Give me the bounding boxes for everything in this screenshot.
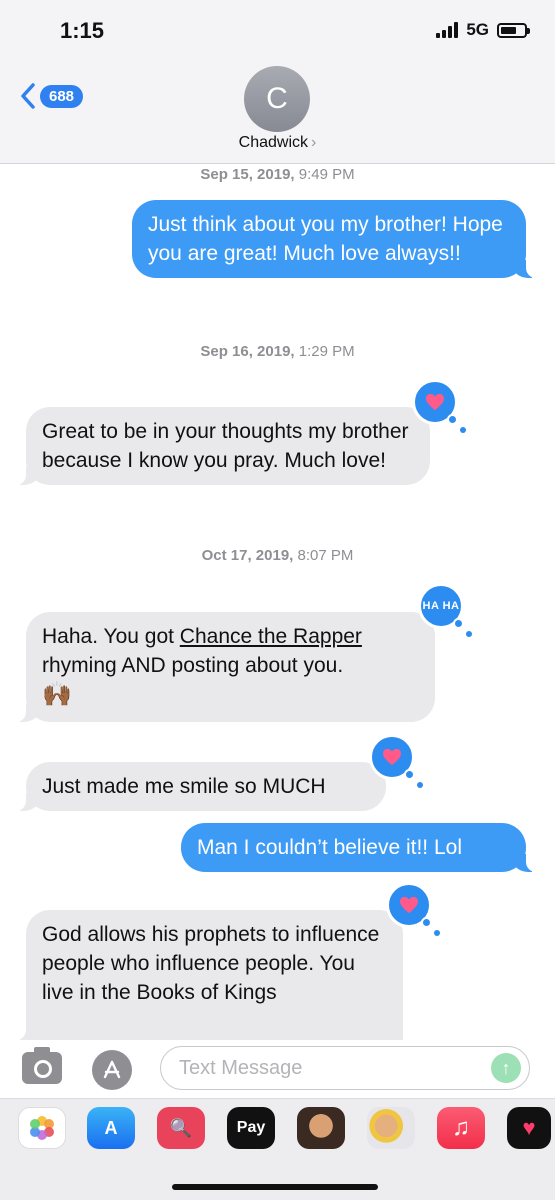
received-message[interactable]: God allows his prophets to influence peo… [16,910,403,1040]
heart-reaction[interactable] [369,734,423,788]
app-store-app-icon[interactable]: A [87,1107,135,1149]
home-indicator [172,1184,378,1190]
unread-count-badge: 688 [40,84,84,108]
received-message[interactable]: Great to be in your thoughts my brother … [16,407,430,485]
heart-reaction[interactable] [412,379,466,433]
photos-app-icon[interactable] [18,1107,66,1149]
status-time: 1:15 [60,18,105,43]
camera-icon[interactable] [22,1047,62,1084]
heart-icon [426,393,444,411]
digital-touch-app-icon[interactable]: ♥ [507,1107,551,1149]
received-message[interactable]: Haha. You got Chance the Rapper rhyming … [16,612,435,722]
contact-name: Chadwick [238,134,309,151]
heart-icon [400,896,418,914]
timestamp: Sep 16, 2019, 1:29 PM [200,343,355,360]
send-button[interactable]: ↑ [491,1053,521,1083]
signal-icon [436,22,459,38]
haha-reaction[interactable]: HA HA [418,583,472,637]
music-app-icon[interactable]: ♫ [437,1107,485,1149]
memoji-app-icon[interactable] [297,1107,345,1149]
chevron-right-icon: › [311,134,317,151]
app-store-icon[interactable] [92,1050,132,1090]
timestamp: Sep 15, 2019, 9:49 PM [200,166,355,183]
back-button[interactable]: 688 [20,82,84,110]
received-message[interactable]: Just made me smile so MUCH [16,762,386,811]
app-store-glyph [103,1060,121,1079]
message-input[interactable]: Text Message ↑ [160,1046,530,1090]
memoji-stickers-app-icon[interactable] [367,1107,415,1149]
raised-hands-emoji: 🙌🏾 [42,681,72,708]
chevron-left-icon [21,83,35,109]
timestamp: Oct 17, 2019, 8:07 PM [201,547,354,564]
images-search-app-icon[interactable]: 🔍 [157,1107,205,1149]
chance-the-rapper-link[interactable]: Chance the Rapper [180,625,362,648]
haha-label: HA HA [422,599,460,612]
network-type: 5G [466,20,489,39]
heart-reaction[interactable] [386,882,440,936]
heart-icon [383,748,401,766]
sent-message[interactable]: Just think about you my brother! Hope yo… [132,200,536,278]
contact-name-button[interactable]: Chadwick › [0,134,555,152]
message-input-placeholder: Text Message [179,1057,303,1079]
status-bar-right: 5G [436,20,530,40]
contact-avatar[interactable]: C [244,66,310,132]
battery-icon [497,22,530,38]
sent-message[interactable]: Man I couldn’t believe it!! Lol [181,823,536,872]
apple-pay-app-icon[interactable]: Pay [227,1107,275,1149]
